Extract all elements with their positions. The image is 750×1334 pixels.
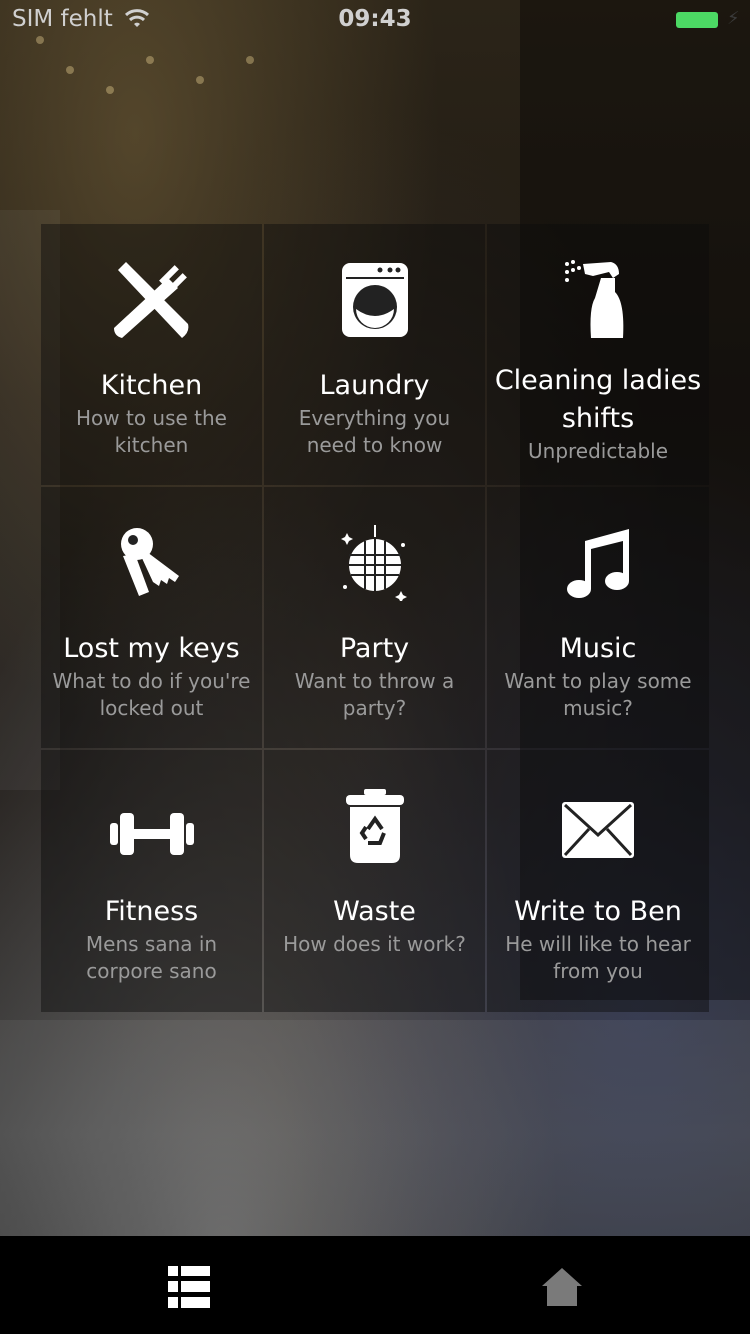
tile-title: Waste — [333, 896, 416, 927]
tile-title: Lost my keys — [63, 633, 240, 664]
dumbbell-icon — [109, 792, 194, 876]
tile-kitchen[interactable]: Kitchen How to use the kitchen — [41, 224, 262, 485]
tile-write-to-ben[interactable]: Write to Ben He will like to hear from y… — [487, 750, 709, 1012]
tile-subtitle: He will like to hear from you — [505, 932, 691, 983]
tile-music[interactable]: Music Want to play some music? — [487, 487, 709, 748]
tile-subtitle: Everything you need to know — [298, 406, 451, 457]
music-note-icon — [556, 521, 640, 605]
tile-fitness[interactable]: Fitness Mens sana in corpore sano — [41, 750, 262, 1012]
tile-title: Party — [339, 633, 410, 664]
fork-knife-icon — [110, 258, 194, 342]
tile-subtitle: Want to throw a party? — [294, 669, 455, 720]
tile-title: Kitchen — [100, 370, 203, 401]
tile-lost-keys[interactable]: Lost my keys What to do if you're locked… — [41, 487, 262, 748]
spray-bottle-icon — [556, 258, 640, 342]
tile-cleaning[interactable]: Cleaning ladies shifts Unpredictable — [487, 224, 709, 485]
battery-icon — [676, 12, 718, 28]
keys-icon — [110, 521, 194, 605]
tile-title: Music — [559, 633, 637, 664]
tile-subtitle: How to use the kitchen — [75, 406, 227, 457]
tile-waste[interactable]: Waste How does it work? — [264, 750, 485, 1012]
list-icon[interactable] — [168, 1266, 210, 1308]
status-bar: SIM fehlt 09:43 ⚡ — [0, 0, 750, 40]
tile-subtitle: How does it work? — [283, 932, 466, 956]
category-grid: Kitchen How to use the kitchen Laundry E… — [41, 224, 709, 1012]
tile-title: Laundry — [319, 370, 430, 401]
recycle-bin-icon — [333, 784, 417, 868]
status-time: 09:43 — [338, 6, 412, 32]
tile-title: Write to Ben — [514, 896, 682, 927]
tab-bar — [0, 1236, 750, 1334]
charging-icon: ⚡ — [727, 8, 740, 29]
washing-machine-icon — [333, 258, 417, 342]
envelope-icon — [556, 788, 640, 872]
tile-subtitle: What to do if you're locked out — [52, 669, 251, 720]
disco-ball-icon — [333, 521, 417, 605]
tile-subtitle: Unpredictable — [528, 439, 668, 463]
tile-title: Cleaning ladies shifts — [494, 365, 702, 434]
tile-party[interactable]: Party Want to throw a party? — [264, 487, 485, 748]
home-icon[interactable] — [541, 1266, 583, 1308]
tile-title: Fitness — [104, 896, 199, 927]
tile-subtitle: Want to play some music? — [504, 669, 692, 720]
tile-laundry[interactable]: Laundry Everything you need to know — [264, 224, 485, 485]
tile-subtitle: Mens sana in corpore sano — [85, 932, 218, 983]
